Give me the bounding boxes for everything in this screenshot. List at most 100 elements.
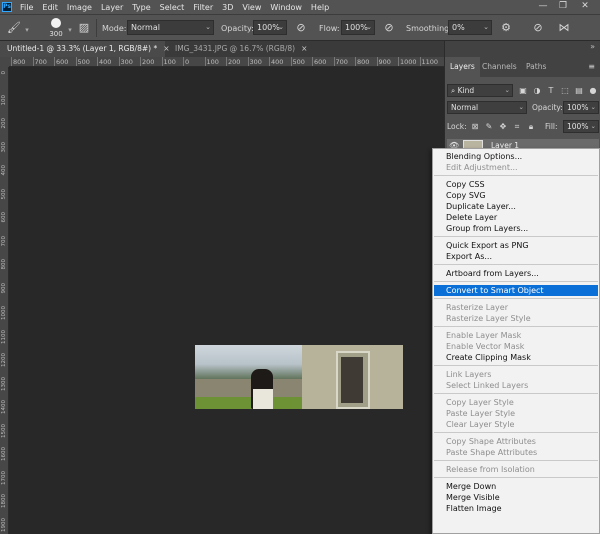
lock-image-icon[interactable]: ✎ — [483, 120, 495, 133]
fill-label: Fill: — [545, 122, 558, 131]
restore-button[interactable]: ❐ — [556, 0, 570, 14]
lock-transparent-icon[interactable]: ⊠ — [469, 120, 481, 133]
kind-filter-select[interactable]: ⌕ Kind ⌄ — [447, 84, 513, 97]
menu-filter[interactable]: Filter — [193, 3, 213, 12]
menu-help[interactable]: Help — [311, 3, 329, 12]
menu-separator — [434, 281, 598, 282]
menu-item-create-clipping-mask[interactable]: Create Clipping Mask — [433, 352, 599, 363]
menu-select[interactable]: Select — [160, 3, 185, 12]
mode-select[interactable]: Normal ⌄ — [127, 20, 214, 35]
pressure-size-icon[interactable]: ⊘ — [530, 20, 546, 36]
menu-item-artboard-from-layers[interactable]: Artboard from Layers... — [433, 268, 599, 279]
tab-channels[interactable]: Channels — [477, 57, 522, 77]
menu-file[interactable]: File — [20, 3, 33, 12]
menu-window[interactable]: Window — [270, 3, 302, 12]
airbrush-icon[interactable]: ⊘ — [381, 20, 397, 36]
smoothing-input[interactable]: 0% ⌄ — [448, 20, 492, 35]
ruler-tick-label: 1100 — [421, 58, 439, 66]
pressure-opacity-icon[interactable]: ⊘ — [293, 20, 309, 36]
ruler-tick — [398, 57, 399, 66]
smart-object-filter-icon[interactable]: ▤ — [573, 84, 585, 97]
close-button[interactable]: ✕ — [578, 0, 592, 14]
menu-bar: Ps File Edit Image Layer Type Select Fil… — [0, 0, 600, 14]
blend-mode-select[interactable]: Normal ⌄ — [447, 101, 527, 114]
collapse-icon[interactable]: » — [590, 42, 595, 51]
ruler-corner — [0, 57, 9, 67]
menu-edit[interactable]: Edit — [42, 3, 58, 12]
smoothing-value: 0% — [452, 23, 465, 32]
pixel-filter-icon[interactable]: ▣ — [517, 84, 529, 97]
panel-menu-icon[interactable]: ≡ — [588, 62, 595, 71]
layer-context-menu: Blending Options... Edit Adjustment... Cop… — [432, 148, 600, 534]
brush-tip-icon — [51, 18, 61, 28]
flow-input[interactable]: 100% ⌄ — [341, 20, 375, 35]
opacity-input[interactable]: 100% ⌄ — [253, 20, 287, 35]
tab-img-3431[interactable]: IMG_3431.JPG @ 16.7% (RGB/8) × — [168, 41, 318, 57]
minimize-button[interactable]: — — [536, 0, 550, 14]
pasteboard[interactable] — [10, 68, 444, 534]
ruler-tick-label: 1500 — [1, 423, 7, 438]
ruler-tick-label: 900 — [378, 58, 391, 66]
ruler-tick-label: 200 — [228, 58, 241, 66]
type-filter-icon[interactable]: T — [545, 84, 557, 97]
menu-item-export-as[interactable]: Export As... — [433, 251, 599, 262]
chevron-down-icon[interactable]: ▾ — [66, 23, 74, 39]
lock-all-icon[interactable]: 🔒︎ — [525, 120, 537, 133]
menu-item-paste-shape-attributes: Paste Shape Attributes — [446, 448, 538, 457]
brush-preset-picker[interactable]: 300 — [44, 17, 68, 40]
ruler-tick — [97, 57, 98, 66]
ruler-tick-label: 1700 — [1, 470, 7, 485]
menu-item-group-from-layers[interactable]: Group from Layers... — [433, 223, 599, 234]
filter-toggle-icon[interactable]: ● — [587, 84, 599, 97]
layer-opacity-input[interactable]: 100% ⌄ — [563, 101, 599, 114]
tab-label: Untitled-1 @ 33.3% (Layer 1, RGB/8#) * — [7, 44, 158, 53]
ruler-tick-label: 500 — [292, 58, 305, 66]
ruler-tick-label: 1900 — [1, 517, 7, 532]
ruler-tick-label: 1200 — [1, 353, 7, 367]
menu-item-duplicate-layer[interactable]: Duplicate Layer... — [433, 201, 599, 212]
fill-input[interactable]: 100% ⌄ — [563, 120, 599, 133]
tab-label: IMG_3431.JPG @ 16.7% (RGB/8) — [175, 44, 296, 53]
panel-header: » — [445, 41, 600, 57]
ruler-tick — [183, 57, 184, 66]
lock-position-icon[interactable]: ✥ — [497, 120, 509, 133]
menu-item-select-linked-layers: Select Linked Layers — [446, 381, 529, 390]
chevron-down-icon: ⌄ — [483, 23, 489, 31]
tab-layers[interactable]: Layers — [445, 57, 480, 77]
menu-item-delete-layer[interactable]: Delete Layer — [433, 212, 599, 223]
menu-item-blending-options[interactable]: Blending Options... — [433, 151, 599, 162]
brush-tool-icon[interactable]: 🖌 — [6, 20, 22, 36]
ruler-tick-label: 1000 — [400, 58, 417, 66]
brush-settings-icon[interactable]: ▨ — [76, 20, 92, 36]
menu-item-quick-export-as-png[interactable]: Quick Export as PNG — [433, 240, 599, 251]
smoothing-settings-icon[interactable]: ⚙ — [498, 20, 514, 36]
symmetry-icon[interactable]: ⋈ — [556, 20, 572, 36]
menu-image[interactable]: Image — [67, 3, 92, 12]
adjustment-filter-icon[interactable]: ◑ — [531, 84, 543, 97]
tab-untitled-1[interactable]: Untitled-1 @ 33.3% (Layer 1, RGB/8#) * × — [0, 41, 170, 57]
menu-item-rasterize-layer-style: Rasterize Layer Style — [446, 314, 531, 323]
menu-3d[interactable]: 3D — [222, 3, 233, 12]
ruler-tick-label: 400 — [99, 58, 112, 66]
menu-item-merge-visible[interactable]: Merge Visible — [433, 492, 599, 503]
menu-item-convert-to-smart-object[interactable]: Convert to Smart Object — [434, 285, 598, 296]
menu-item-merge-down[interactable]: Merge Down — [433, 481, 599, 492]
lock-artboard-icon[interactable]: ⌗ — [511, 120, 523, 133]
menu-layer[interactable]: Layer — [101, 3, 123, 12]
document-canvas-image[interactable] — [195, 345, 403, 409]
menu-item-rasterize-layer: Rasterize Layer — [446, 303, 508, 312]
blend-row: Normal ⌄ Opacity: 100% ⌄ — [447, 100, 599, 116]
tab-paths[interactable]: Paths — [521, 57, 551, 77]
menu-type[interactable]: Type — [132, 3, 150, 12]
menu-item-clear-layer-style: Clear Layer Style — [446, 420, 515, 429]
ruler-tick — [11, 57, 12, 66]
chevron-down-icon[interactable]: ▾ — [22, 23, 32, 39]
close-icon[interactable]: × — [301, 44, 307, 53]
menu-item-copy-css[interactable]: Copy CSS — [433, 179, 599, 190]
ruler-tick — [204, 57, 206, 66]
ruler-tick-label: 100 — [206, 58, 219, 66]
menu-view[interactable]: View — [242, 3, 261, 12]
shape-filter-icon[interactable]: ⬚ — [559, 84, 571, 97]
menu-item-flatten-image[interactable]: Flatten Image — [433, 503, 599, 514]
menu-item-copy-svg[interactable]: Copy SVG — [433, 190, 599, 201]
